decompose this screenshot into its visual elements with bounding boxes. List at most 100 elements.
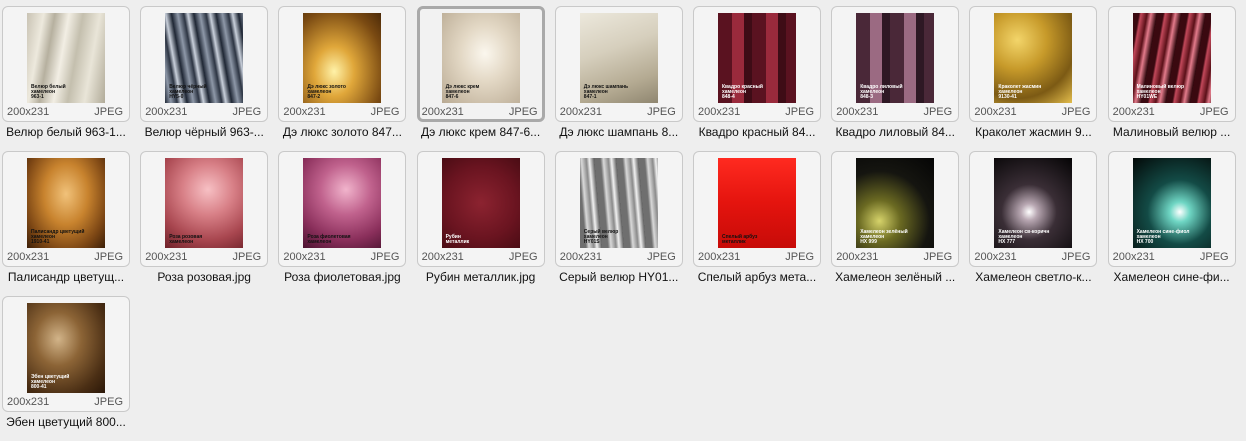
thumbnail-card[interactable]: Роза розовая хамелеон 200x231 JPEG: [140, 151, 269, 267]
file-name[interactable]: Спелый арбуз мета...: [691, 270, 823, 284]
file-item[interactable]: Малиновый велюр хамелеон HY01WE 200x231 …: [1106, 0, 1238, 145]
file-name[interactable]: Дэ люкс шампань 8...: [553, 125, 685, 139]
file-name[interactable]: Малиновый велюр ...: [1106, 125, 1238, 139]
file-meta: 200x231 JPEG: [836, 251, 952, 263]
file-name[interactable]: Краколет жасмин 9...: [967, 125, 1099, 139]
thumbnail-label: Краколет жасмин хамелеон 9130-41: [998, 84, 1042, 100]
file-name[interactable]: Хамелеон сине-фи...: [1106, 270, 1238, 284]
file-name[interactable]: Хамелеон зелёный ...: [829, 270, 961, 284]
file-name[interactable]: Велюр чёрный 963-...: [138, 125, 270, 139]
thumbnail-card[interactable]: Эбен цветущий хамелеон 800-41 200x231 JP…: [2, 296, 130, 412]
thumbnail-card[interactable]: Квадро красный хамелеон 848-4 200x231 JP…: [693, 6, 821, 122]
file-item[interactable]: Квадро красный хамелеон 848-4 200x231 JP…: [691, 0, 823, 145]
file-item[interactable]: Велюр белый хамелеон 963-1 200x231 JPEG …: [0, 0, 132, 145]
file-format: JPEG: [1199, 106, 1229, 118]
thumbnail-card[interactable]: Дэ люкс крем хамелеон 847-6 200x231 JPEG: [416, 6, 545, 122]
file-name[interactable]: Квадро лиловый 84...: [829, 125, 961, 139]
thumbnail-card[interactable]: Роза фиолетовая хамелеон 200x231 JPEG: [278, 151, 407, 267]
thumbnail-card[interactable]: Серый велюр хамелеон HY01S 200x231 JPEG: [554, 151, 683, 267]
file-format: JPEG: [647, 106, 676, 118]
thumbnail-image: Краколет жасмин хамелеон 9130-41: [994, 13, 1073, 103]
file-name[interactable]: Дэ люкс крем 847-6...: [415, 125, 547, 139]
file-item[interactable]: Роза фиолетовая хамелеон 200x231 JPEG Ро…: [276, 145, 408, 290]
file-meta: 200x231 JPEG: [974, 106, 1090, 118]
file-name[interactable]: Роза фиолетовая.jpg: [276, 270, 408, 284]
thumbnail-card[interactable]: Спелый арбуз металлик 200x231 JPEG: [693, 151, 821, 267]
thumbnail-image: Роза розовая хамелеон: [165, 158, 244, 248]
file-format: JPEG: [232, 251, 262, 263]
file-format: JPEG: [785, 106, 814, 118]
thumbnail-image: Дэ люкс золото хамелеон 847-2: [303, 13, 382, 103]
thumbnail-card[interactable]: Рубин металлик 200x231 JPEG: [416, 151, 545, 267]
file-format: JPEG: [94, 106, 123, 118]
file-name[interactable]: Палисандр цветущ...: [0, 270, 132, 284]
thumbnail-image: Палисандр цветущий хамелеон 1910-41: [27, 158, 105, 248]
thumbnail-label: Дэ люкс шампань хамелеон 847-1: [583, 84, 629, 100]
thumbnail-card[interactable]: Малиновый велюр хамелеон HY01WE 200x231 …: [1107, 6, 1236, 122]
file-item[interactable]: Хамелеон зелёный хамелеон HX 999 200x231…: [829, 145, 961, 290]
file-item[interactable]: Роза розовая хамелеон 200x231 JPEG Роза …: [138, 145, 270, 290]
thumbnail-card[interactable]: Дэ люкс шампань хамелеон 847-1 200x231 J…: [554, 6, 683, 122]
file-item[interactable]: Велюр чёрный хамелеон HY5-0 200x231 JPEG…: [138, 0, 270, 145]
thumbnail-image: Квадро красный хамелеон 848-4: [718, 13, 796, 103]
file-item[interactable]: Палисандр цветущий хамелеон 1910-41 200x…: [0, 145, 132, 290]
file-item[interactable]: Хамелеон св-коричн хамелеон HX 777 200x2…: [967, 145, 1099, 290]
thumbnail-image: Хамелеон сине-фиол хамелеон HX 700: [1132, 158, 1211, 248]
thumbnail-card[interactable]: Велюр чёрный хамелеон HY5-0 200x231 JPEG: [140, 6, 269, 122]
file-name[interactable]: Велюр белый 963-1...: [0, 125, 132, 139]
thumbnail-card[interactable]: Дэ люкс золото хамелеон 847-2 200x231 JP…: [278, 6, 407, 122]
file-item[interactable]: Хамелеон сине-фиол хамелеон HX 700 200x2…: [1106, 145, 1238, 290]
file-item[interactable]: Спелый арбуз металлик 200x231 JPEG Спелы…: [691, 145, 823, 290]
file-item[interactable]: Рубин металлик 200x231 JPEG Рубин металл…: [415, 145, 547, 290]
file-item[interactable]: Краколет жасмин хамелеон 9130-41 200x231…: [967, 0, 1099, 145]
thumbnail-card[interactable]: Хамелеон св-коричн хамелеон HX 777 200x2…: [969, 151, 1098, 267]
file-dimensions: 200x231: [836, 251, 879, 263]
file-name[interactable]: Квадро красный 84...: [691, 125, 823, 139]
file-dimensions: 200x231: [1112, 251, 1155, 263]
thumbnail-card[interactable]: Квадро лиловый хамелеон 848-3 200x231 JP…: [831, 6, 960, 122]
thumbnail-image: Хамелеон св-коричн хамелеон HX 777: [994, 158, 1073, 248]
file-name[interactable]: Роза розовая.jpg: [138, 270, 270, 284]
file-item[interactable]: Дэ люкс шампань хамелеон 847-1 200x231 J…: [553, 0, 685, 145]
file-dimensions: 200x231: [7, 106, 50, 118]
file-dimensions: 200x231: [698, 106, 741, 118]
thumbnail-label: Велюр чёрный хамелеон HY5-0: [169, 84, 207, 100]
file-dimensions: 200x231: [974, 251, 1017, 263]
thumbnail-label: Дэ люкс золото хамелеон 847-2: [307, 84, 346, 100]
file-format: JPEG: [647, 251, 676, 263]
file-name[interactable]: Дэ люкс золото 847...: [276, 125, 408, 139]
thumbnail-label: Рубин металлик: [445, 234, 470, 245]
thumbnail-card[interactable]: Палисандр цветущий хамелеон 1910-41 200x…: [2, 151, 130, 267]
file-format: JPEG: [508, 106, 538, 118]
thumbnail-label: Хамелеон св-коричн хамелеон HX 777: [998, 229, 1050, 245]
file-item[interactable]: Дэ люкс крем хамелеон 847-6 200x231 JPEG…: [415, 0, 547, 145]
file-name[interactable]: Хамелеон светло-к...: [967, 270, 1099, 284]
file-format: JPEG: [1061, 106, 1091, 118]
file-dimensions: 200x231: [283, 251, 326, 263]
thumbnail-image: Серый велюр хамелеон HY01S: [579, 158, 658, 248]
thumbnail-card[interactable]: Хамелеон зелёный хамелеон HX 999 200x231…: [831, 151, 960, 267]
file-dimensions: 200x231: [283, 106, 326, 118]
file-meta: 200x231 JPEG: [836, 106, 952, 118]
file-meta: 200x231 JPEG: [283, 106, 399, 118]
thumbnail-card[interactable]: Краколет жасмин хамелеон 9130-41 200x231…: [969, 6, 1098, 122]
file-item[interactable]: Эбен цветущий хамелеон 800-41 200x231 JP…: [0, 290, 132, 435]
file-meta: 200x231 JPEG: [7, 396, 123, 408]
thumbnail-image: Велюр белый хамелеон 963-1: [27, 13, 105, 103]
thumbnail-label: Малиновый велюр хамелеон HY01WE: [1136, 84, 1185, 100]
file-item[interactable]: Квадро лиловый хамелеон 848-3 200x231 JP…: [829, 0, 961, 145]
file-meta: 200x231 JPEG: [698, 106, 814, 118]
thumbnail-image: Дэ люкс крем хамелеон 847-6: [441, 13, 520, 103]
file-name[interactable]: Серый велюр HY01...: [553, 270, 685, 284]
file-meta: 200x231 JPEG: [283, 251, 399, 263]
file-name[interactable]: Рубин металлик.jpg: [415, 270, 547, 284]
thumbnail-image: Квадро лиловый хамелеон 848-3: [856, 13, 935, 103]
file-name[interactable]: Эбен цветущий 800...: [0, 415, 132, 429]
thumbnail-card[interactable]: Хамелеон сине-фиол хамелеон HX 700 200x2…: [1107, 151, 1236, 267]
file-item[interactable]: Дэ люкс золото хамелеон 847-2 200x231 JP…: [276, 0, 408, 145]
file-item[interactable]: Серый велюр хамелеон HY01S 200x231 JPEG …: [553, 145, 685, 290]
thumbnail-label: Эбен цветущий хамелеон 800-41: [31, 374, 70, 390]
file-dimensions: 200x231: [1112, 106, 1155, 118]
thumbnail-card[interactable]: Велюр белый хамелеон 963-1 200x231 JPEG: [2, 6, 130, 122]
file-format: JPEG: [94, 396, 123, 408]
